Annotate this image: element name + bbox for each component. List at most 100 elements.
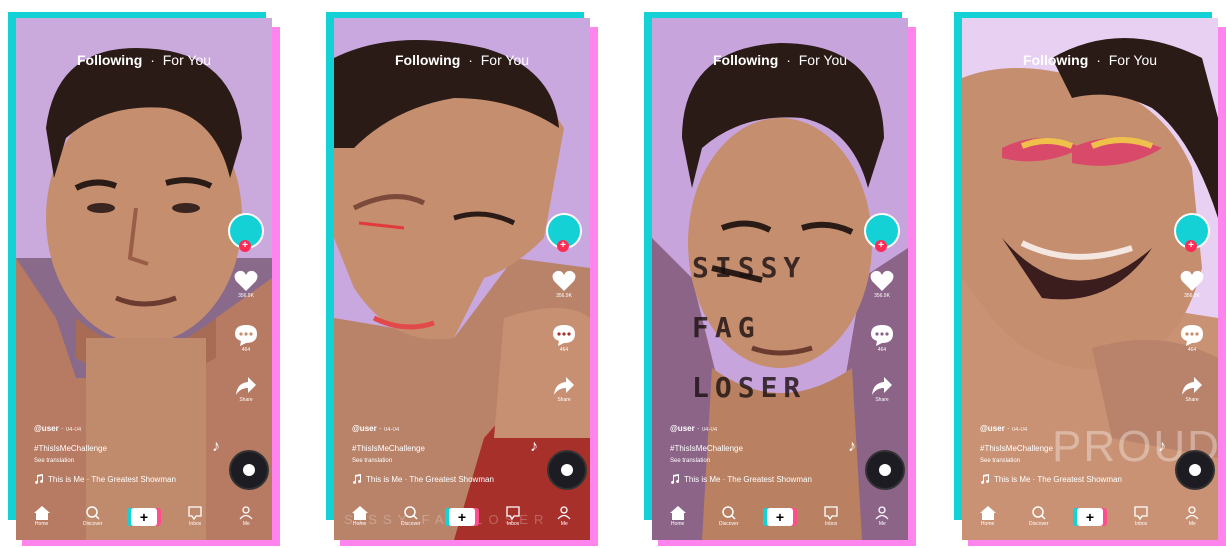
hashtag[interactable]: #ThisIsMeChallenge <box>34 444 107 453</box>
share-button[interactable]: Share <box>1174 376 1210 403</box>
comment-count: 464 <box>1187 347 1197 353</box>
share-label: Share <box>557 397 571 403</box>
profile-icon <box>239 506 253 520</box>
nav-home[interactable]: Home <box>22 506 62 527</box>
create-button[interactable]: + <box>760 506 800 526</box>
song-line[interactable]: This is Me · The Greatest Showman <box>980 474 1122 484</box>
profile-icon <box>875 506 889 520</box>
comment-button[interactable]: 464 <box>546 324 582 353</box>
nav-inbox[interactable]: Inbox <box>1121 506 1161 527</box>
top-nav: Following · For You <box>334 52 590 68</box>
disc-icon[interactable] <box>547 450 587 490</box>
hashtag[interactable]: #ThisIsMeChallenge <box>980 444 1053 453</box>
home-icon <box>33 506 50 520</box>
comment-count: 464 <box>559 347 569 353</box>
like-button[interactable]: 356.9K <box>228 270 264 299</box>
song-title: This is Me · The Greatest Showman <box>994 474 1122 484</box>
comment-button[interactable]: 464 <box>228 324 264 353</box>
comment-button[interactable]: 464 <box>1174 324 1210 353</box>
like-button[interactable]: 356.9K <box>1174 270 1210 299</box>
nav-separator: · <box>1096 52 1101 68</box>
tab-following[interactable]: Following <box>713 52 778 68</box>
follow-plus-icon[interactable]: + <box>1185 240 1197 252</box>
see-translation[interactable]: See translation <box>352 458 392 464</box>
heart-icon <box>552 270 576 291</box>
tab-following[interactable]: Following <box>395 52 460 68</box>
nav-discover[interactable]: Discover <box>391 506 431 527</box>
nav-home[interactable]: Home <box>968 506 1008 527</box>
song-line[interactable]: This is Me · The Greatest Showman <box>670 474 812 484</box>
heart-icon <box>234 270 258 291</box>
see-translation[interactable]: See translation <box>980 458 1020 464</box>
share-icon <box>872 377 892 395</box>
like-count: 356.9K <box>238 293 254 299</box>
nav-separator: · <box>468 52 473 68</box>
post-date: 04-04 <box>701 427 718 433</box>
nav-home-label: Home <box>352 521 367 527</box>
nav-discover[interactable]: Discover <box>73 506 113 527</box>
see-translation[interactable]: See translation <box>670 458 710 464</box>
nav-inbox[interactable]: Inbox <box>811 506 851 527</box>
username[interactable]: @user <box>670 424 695 433</box>
username[interactable]: @user <box>352 424 377 433</box>
nav-me[interactable]: Me <box>862 506 902 527</box>
tab-following[interactable]: Following <box>1023 52 1088 68</box>
comment-icon <box>235 325 257 346</box>
music-note-icon <box>981 474 990 484</box>
hashtag[interactable]: #ThisIsMeChallenge <box>352 444 425 453</box>
like-count: 356.9K <box>556 293 572 299</box>
nav-inbox[interactable]: Inbox <box>493 506 533 527</box>
create-button[interactable]: + <box>442 506 482 526</box>
nav-home[interactable]: Home <box>340 506 380 527</box>
graffiti-overlay-text: SISSY FAG LOSER <box>692 251 807 404</box>
post-date: 04-04 <box>1011 427 1028 433</box>
bottom-nav: Home Discover + Inbox Me <box>652 506 908 536</box>
bottom-nav: Home Discover + Inbox Me <box>16 506 272 536</box>
disc-icon[interactable] <box>865 450 905 490</box>
share-button[interactable]: Share <box>546 376 582 403</box>
song-title: This is Me · The Greatest Showman <box>48 474 176 484</box>
like-count: 356.9K <box>874 293 890 299</box>
nav-discover-label: Discover <box>719 521 739 527</box>
tab-for-you[interactable]: For You <box>481 52 529 68</box>
username[interactable]: @user <box>34 424 59 433</box>
see-translation[interactable]: See translation <box>34 458 74 464</box>
post-date: 04-04 <box>383 427 400 433</box>
song-line[interactable]: This is Me · The Greatest Showman <box>34 474 176 484</box>
nav-home-label: Home <box>980 521 995 527</box>
music-note-icon <box>35 474 44 484</box>
comment-button[interactable]: 464 <box>864 324 900 353</box>
disc-icon[interactable] <box>229 450 269 490</box>
share-button[interactable]: Share <box>228 376 264 403</box>
like-button[interactable]: 356.9K <box>864 270 900 299</box>
phone-screen: Following · For You SISSY FAG LOSER + 35… <box>652 18 908 540</box>
profile-icon <box>1185 506 1199 520</box>
nav-home[interactable]: Home <box>658 506 698 527</box>
nav-me[interactable]: Me <box>544 506 584 527</box>
nav-discover-label: Discover <box>83 521 103 527</box>
top-nav: Following · For You <box>962 52 1218 68</box>
username[interactable]: @user <box>980 424 1005 433</box>
tab-for-you[interactable]: For You <box>163 52 211 68</box>
search-icon <box>722 506 736 520</box>
nav-discover[interactable]: Discover <box>709 506 749 527</box>
nav-me[interactable]: Me <box>1172 506 1212 527</box>
nav-separator: · <box>150 52 155 68</box>
create-button[interactable]: + <box>1070 506 1110 526</box>
song-line[interactable]: This is Me · The Greatest Showman <box>352 474 494 484</box>
music-note-icon <box>353 474 362 484</box>
nav-discover[interactable]: Discover <box>1019 506 1059 527</box>
nav-me[interactable]: Me <box>226 506 266 527</box>
tab-following[interactable]: Following <box>77 52 142 68</box>
follow-plus-icon[interactable]: + <box>875 240 887 252</box>
create-button[interactable]: + <box>124 506 164 526</box>
follow-plus-icon[interactable]: + <box>239 240 251 252</box>
hashtag[interactable]: #ThisIsMeChallenge <box>670 444 743 453</box>
nav-inbox[interactable]: Inbox <box>175 506 215 527</box>
disc-icon[interactable] <box>1175 450 1215 490</box>
tab-for-you[interactable]: For You <box>799 52 847 68</box>
share-button[interactable]: Share <box>864 376 900 403</box>
like-button[interactable]: 356.9K <box>546 270 582 299</box>
tab-for-you[interactable]: For You <box>1109 52 1157 68</box>
follow-plus-icon[interactable]: + <box>557 240 569 252</box>
